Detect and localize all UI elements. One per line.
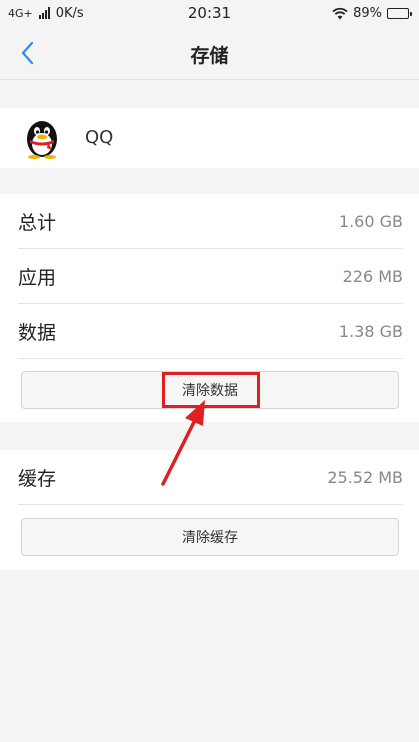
app-header: QQ bbox=[0, 108, 419, 168]
row-data: 数据 1.38 GB bbox=[18, 304, 403, 359]
network-speed: 0K/s bbox=[55, 5, 84, 21]
status-left: 4G+ 0K/s bbox=[8, 6, 84, 21]
row-label: 缓存 bbox=[18, 467, 57, 490]
row-app: 应用 226 MB bbox=[18, 249, 403, 304]
battery-icon bbox=[387, 7, 412, 19]
clear-cache-button[interactable]: 清除缓存 bbox=[21, 518, 399, 556]
status-right: 89% bbox=[332, 5, 412, 21]
wifi-icon bbox=[332, 7, 348, 19]
chevron-left-icon[interactable] bbox=[14, 38, 44, 68]
cache-section: 缓存 25.52 MB 清除缓存 bbox=[0, 450, 419, 570]
network-type: 4G+ bbox=[8, 6, 33, 20]
row-value: 1.38 GB bbox=[338, 321, 403, 341]
qq-penguin-icon bbox=[27, 121, 57, 159]
row-label: 数据 bbox=[18, 321, 57, 344]
row-value: 25.52 MB bbox=[327, 467, 403, 487]
app-name: QQ bbox=[85, 127, 114, 148]
row-total: 总计 1.60 GB bbox=[18, 194, 403, 249]
page-title: 存储 bbox=[190, 45, 229, 67]
signal-icon bbox=[38, 7, 50, 19]
row-value: 1.60 GB bbox=[338, 211, 403, 231]
battery-percent: 89% bbox=[353, 5, 382, 21]
nav-bar: 存储 bbox=[0, 26, 419, 80]
row-cache: 缓存 25.52 MB bbox=[18, 450, 403, 505]
clear-data-button[interactable]: 清除数据 bbox=[21, 371, 399, 409]
row-label: 总计 bbox=[18, 211, 57, 234]
storage-section: 总计 1.60 GB 应用 226 MB 数据 1.38 GB 清除数据 bbox=[0, 194, 419, 422]
status-bar: 4G+ 0K/s 20:31 89% bbox=[0, 0, 419, 26]
row-label: 应用 bbox=[18, 266, 57, 289]
row-value: 226 MB bbox=[342, 266, 403, 286]
